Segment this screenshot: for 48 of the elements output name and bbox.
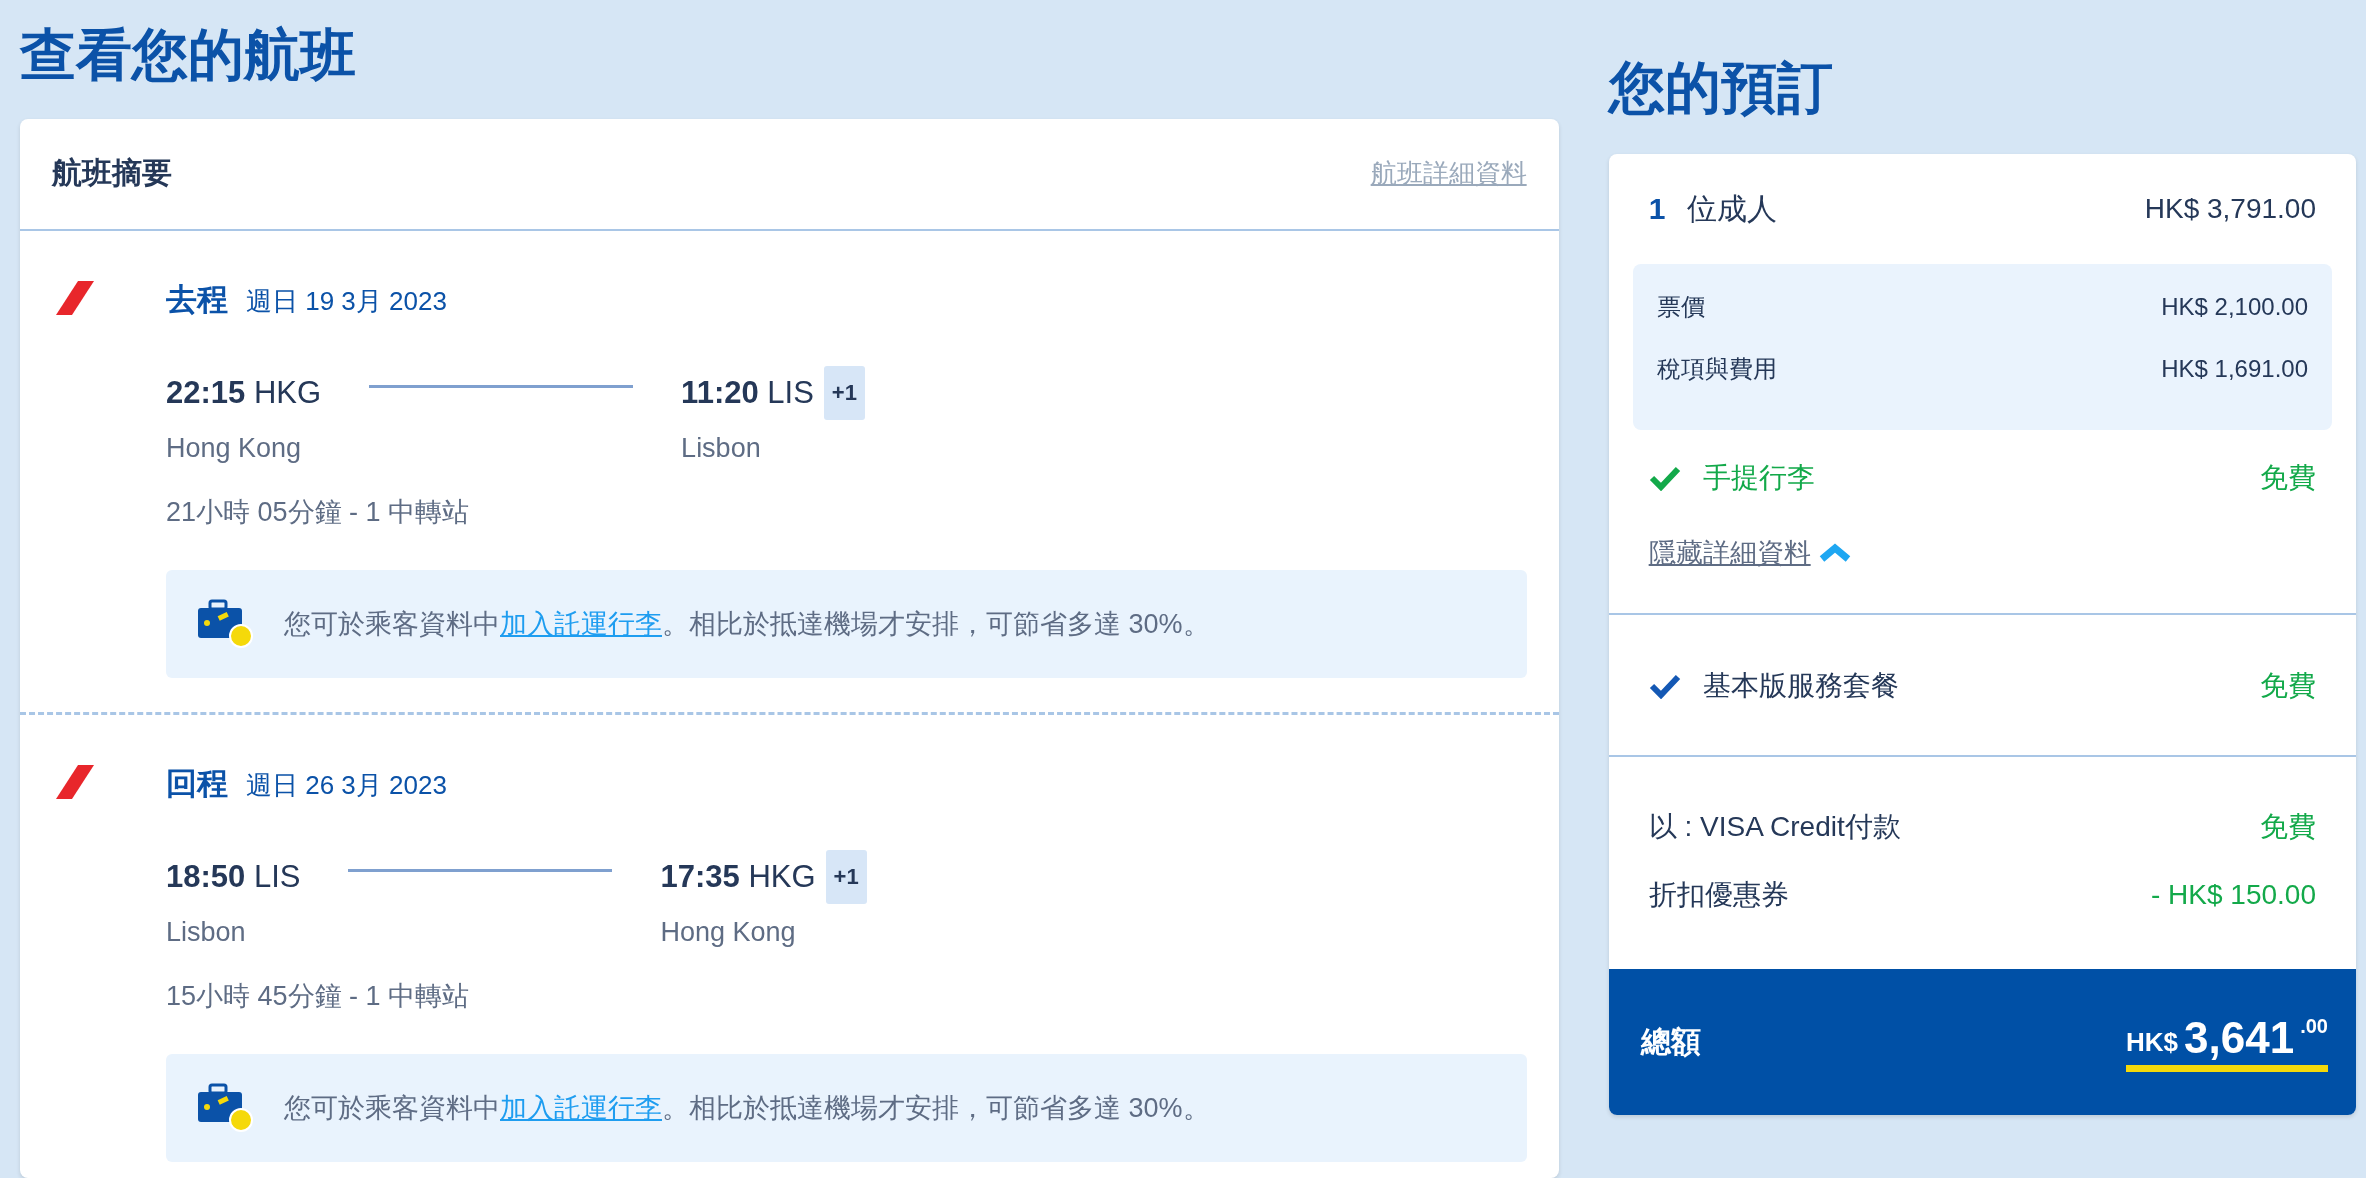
add-baggage-link[interactable]: 加入託運行李 <box>500 608 662 639</box>
baggage-tip-text: 您可於乘客資料中加入託運行李。相比於抵達機場才安排，可節省多達 30%。 <box>284 1091 1210 1125</box>
breakdown-amount: HK$ 1,691.00 <box>2161 355 2308 383</box>
extra-price: 免費 <box>2260 669 2316 703</box>
airline-logo-icon <box>56 278 94 317</box>
flight-details-link[interactable]: 航班詳細資料 <box>1370 156 1527 191</box>
payment-amount: - HK$ 150.00 <box>2151 879 2316 911</box>
breakdown-label: 稅項與費用 <box>1656 354 1777 384</box>
extra-price: 免費 <box>2260 461 2316 495</box>
arrival-city: Hong Kong <box>660 916 797 948</box>
payment-label: 以 : VISA Credit付款 <box>1648 810 1901 844</box>
arrival-time: 11:20 LIS <box>681 374 814 411</box>
breakdown-label: 票價 <box>1656 292 1705 322</box>
page-title: 查看您的航班 <box>20 22 357 88</box>
add-baggage-link[interactable]: 加入託運行李 <box>500 1092 662 1123</box>
departure-time: 22:15 HKG <box>166 374 322 411</box>
extra-label: 基本版服務套餐 <box>1702 669 1899 703</box>
departure-city: Lisbon <box>166 916 247 948</box>
flight-duration: 21小時 05分鐘 - 1 中轉站 <box>166 495 471 529</box>
booking-title: 您的預訂 <box>1608 60 1834 121</box>
chevron-icon[interactable] <box>1818 543 1851 563</box>
passenger-label: 位成人 <box>1687 190 1778 227</box>
leg-direction: 去程 <box>166 280 228 319</box>
payment-amount: 免費 <box>2260 810 2316 844</box>
breakdown-amount: HK$ 2,100.00 <box>2161 293 2308 321</box>
arrival-time: 17:35 HKG <box>660 858 816 895</box>
card-title: 航班摘要 <box>52 155 172 191</box>
baggage-tip-text: 您可於乘客資料中加入託運行李。相比於抵達機場才安排，可節省多達 30%。 <box>284 607 1210 641</box>
departure-time: 18:50 LIS <box>166 858 301 895</box>
arrival-city: Lisbon <box>681 432 762 464</box>
extra-label: 手提行李 <box>1702 461 1815 495</box>
flight-duration: 15小時 45分鐘 - 1 中轉站 <box>166 979 471 1013</box>
toggle-details-link[interactable]: 隱藏詳細資料 <box>1648 535 1811 571</box>
check-icon <box>1648 465 1681 491</box>
leg-date: 週日 26 3月 2023 <box>246 768 447 802</box>
suitcase-icon <box>196 1082 254 1133</box>
check-icon <box>1648 673 1681 699</box>
suitcase-icon <box>196 598 254 649</box>
day-offset-badge: +1 <box>825 849 867 904</box>
total-label: 總額 <box>1640 1023 1701 1060</box>
passenger-amount: HK$ 3,791.00 <box>2144 193 2316 225</box>
leg-direction: 回程 <box>166 764 228 803</box>
leg-date: 週日 19 3月 2023 <box>246 284 447 318</box>
day-offset-badge: +1 <box>823 365 865 420</box>
passenger-count: 1 <box>1648 192 1666 226</box>
payment-label: 折扣優惠券 <box>1648 878 1789 912</box>
departure-city: Hong Kong <box>166 432 303 464</box>
airline-logo-icon <box>56 762 94 801</box>
